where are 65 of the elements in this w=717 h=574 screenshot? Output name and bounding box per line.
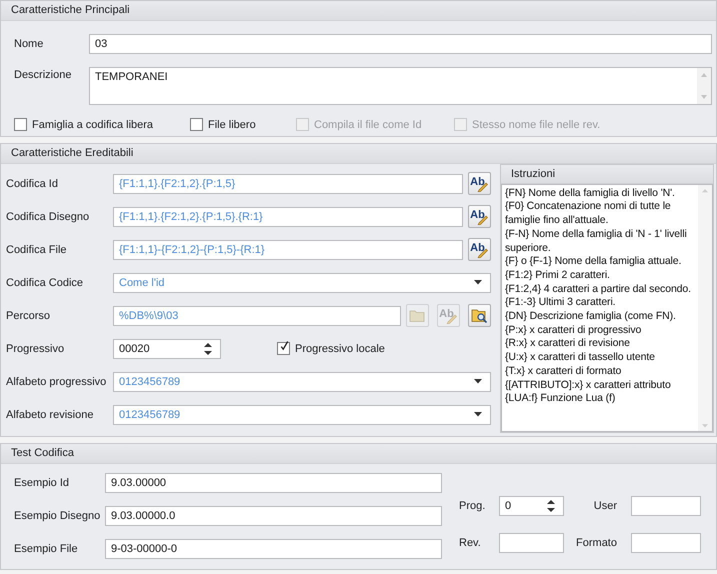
field-label: Esempio File (14, 543, 79, 556)
caret-icon (474, 379, 482, 384)
checkbox-label: File libero (208, 118, 256, 130)
field-label: Codifica File (6, 244, 68, 256)
checkbox-label: Stesso nome file nelle rev. (472, 118, 600, 130)
help-line: {R:x} x caratteri di revisione (505, 337, 631, 352)
field-label: User (592, 500, 618, 512)
help-line: {[ATTRIBUTO]:x} x caratteri attributo (505, 378, 672, 392)
input-field[interactable]: 9.03.00000 (105, 473, 442, 494)
field-label: Prog. (459, 500, 486, 512)
field-label: Codifica Disegno (6, 210, 90, 223)
field-label: Percorso (6, 310, 52, 322)
section-header: Istruzioni (501, 164, 713, 184)
caret-icon (474, 412, 482, 418)
field-label: Codifica Codice (6, 276, 84, 289)
field-label: Esempio Id (14, 477, 70, 490)
help-line: {F0} Concatenazione nomi di tutte le famiglie fino all'attuale. (505, 200, 672, 228)
help-line: {U:x} x caratteri di tassello utente (505, 351, 656, 365)
spin-box[interactable]: 00020 (113, 338, 221, 359)
browse-button[interactable] (468, 304, 491, 328)
input-field[interactable] (631, 496, 701, 516)
help-line: {T:x} x caratteri di formato (505, 364, 622, 379)
field-label: Formato (575, 537, 618, 550)
field-label: Rev. (459, 537, 482, 550)
help-line: {F} o {F-1} Nome della famiglia attuale. (505, 255, 682, 269)
section-header: Caratteristiche Ereditabili (1, 144, 716, 164)
field-label: Alfabeto revisione (6, 408, 94, 421)
input-field[interactable]: 9-03-00000-0 (105, 539, 442, 560)
scrollbar[interactable] (698, 184, 712, 432)
checkbox-label: Progressivo locale (295, 342, 385, 355)
help-line: {F1:2} Primi 2 caratteri. (505, 268, 611, 283)
checkbox[interactable] (190, 118, 203, 131)
checkbox[interactable] (14, 118, 27, 131)
spin-arrows-icon[interactable] (203, 342, 213, 356)
help-line: {F1:2,4} 4 caratteri a partire dal secondo. (505, 282, 692, 296)
help-line: {P:x} x caratteri di progressivo (505, 324, 642, 338)
folder-icon (409, 308, 426, 324)
help-line: {F1:-3} Ultimi 3 caratteri. (505, 296, 617, 310)
checkbox-label: Compila il file come Id (314, 118, 422, 130)
field-label: Descrizione (14, 68, 72, 81)
folder-search-icon (471, 308, 488, 324)
rename-button[interactable]: Ab (468, 238, 491, 262)
help-line: {LUA:f} Funzione Lua (f) (505, 392, 616, 406)
input-field[interactable] (631, 533, 701, 554)
field-label: Alfabeto progressivo (6, 376, 108, 388)
section-header: Test Codifica (1, 444, 716, 464)
checkbox-label: Famiglia a codifica libera (32, 118, 154, 130)
field-label: Nome (14, 38, 44, 50)
rename-button[interactable]: Ab (468, 205, 491, 228)
input-field[interactable] (499, 533, 564, 554)
text-area[interactable]: TEMPORANEI (89, 67, 712, 105)
spin-arrows-icon[interactable] (546, 498, 556, 513)
help-line: {DN} Descrizione famiglia (come FN). (505, 310, 677, 324)
field-label: Codifica Id (6, 178, 59, 190)
help-line: {FN} Nome della famiglia di livello 'N'. (505, 186, 676, 200)
spin-box[interactable]: 0 (499, 496, 564, 516)
rename-button[interactable]: Ab (468, 172, 491, 196)
checkbox[interactable] (277, 342, 290, 356)
section-header: Caratteristiche Principali (1, 1, 716, 21)
field-label: Progressivo (6, 342, 66, 355)
input-field[interactable]: 9.03.00000.0 (105, 506, 442, 526)
input-field[interactable]: 03 (89, 34, 712, 54)
help-line: {F-N} Nome della famiglia di 'N - 1' livelli superiore. (505, 228, 688, 256)
field-label: Esempio Disegno (14, 510, 102, 522)
caret-icon (474, 280, 482, 286)
